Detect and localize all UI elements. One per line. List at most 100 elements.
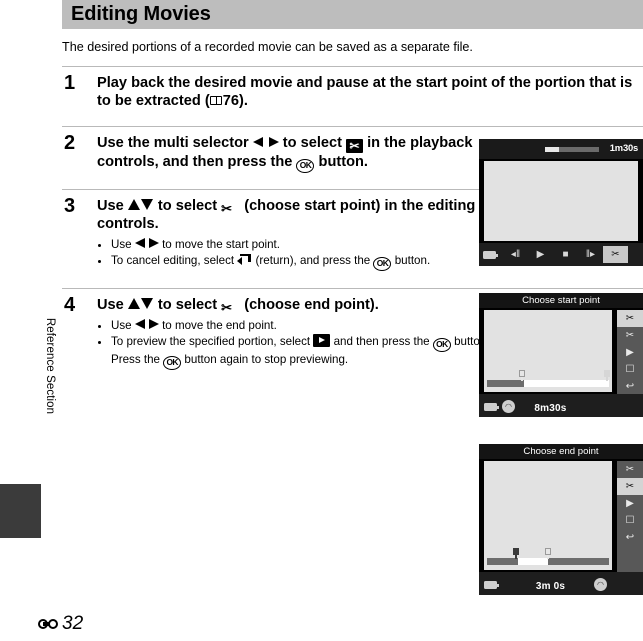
end-point-timeline[interactable] — [487, 558, 609, 565]
step-4-b1-a: Use — [111, 319, 135, 333]
timeline-trimmed-segment — [487, 380, 524, 387]
timeline-trimmed-tail — [548, 558, 609, 565]
step-3-b1-a: Use — [111, 238, 135, 252]
step-2-text-b: to select — [278, 134, 347, 151]
step-1-number: 1 — [64, 71, 76, 94]
step-3-text: Use to select ✂ (choose start point) in … — [97, 197, 507, 233]
choose-start-point-screen: Choose start point ✂ ✂ ▶ ☐ ↩ ◠ 8m30s — [479, 293, 643, 417]
edit-movie-button[interactable]: ✂ — [603, 246, 628, 263]
manual-reference-icon — [209, 95, 223, 106]
return-icon[interactable]: ↩ — [617, 529, 643, 546]
preview-icon[interactable]: ▶ — [617, 344, 643, 361]
step-4-b2-b: and then press the — [330, 335, 433, 349]
page-number: 32 — [62, 613, 84, 634]
step-2-text-d: button. — [314, 153, 368, 170]
chapter-side-tab-marker — [0, 484, 41, 538]
advance-button[interactable]: ‖▸ — [578, 246, 603, 263]
step-4-text-c: (choose end point). — [240, 297, 379, 314]
intro-paragraph: The desired portions of a recorded movie… — [62, 40, 473, 54]
step-4-bullets: Use to move the end point. To preview th… — [97, 318, 516, 371]
step-4-text-a: Use — [97, 297, 128, 314]
start-point-time: 8m30s — [534, 403, 567, 414]
end-point-viewport — [484, 461, 612, 570]
multi-selector-hint-icon: ◠ — [594, 578, 607, 591]
page-title: Editing Movies — [71, 3, 211, 25]
battery-icon — [483, 250, 498, 259]
ok-button-icon: OK — [432, 338, 451, 353]
movie-playback-screen: 1m30s ◂‖ ▶ ■ ‖▸ ✂ — [479, 139, 643, 266]
playback-progress-track — [545, 147, 599, 152]
choose-start-point-icon[interactable]: ✂ — [617, 310, 643, 327]
rewind-button[interactable]: ◂‖ — [503, 246, 528, 263]
start-point-marker[interactable] — [519, 370, 526, 381]
chapter-side-tab-label: Reference Section — [44, 317, 56, 415]
start-point-title: Choose start point — [479, 293, 643, 308]
manual-page: Reference Section 32 Editing Movies The … — [0, 0, 643, 641]
playback-time: 1m30s — [609, 142, 638, 153]
choose-end-point-icon[interactable]: ✂ — [617, 478, 643, 495]
end-point-edit-rail: ✂ ✂ ▶ ☐ ↩ — [617, 461, 643, 572]
step-4-b2-a: To preview the specified portion, select — [111, 335, 314, 349]
step-3-number: 3 — [64, 194, 76, 217]
multi-selector-left-right-icon — [134, 318, 159, 331]
end-point-bottom-bar: 3m 0s ◠ — [479, 572, 643, 595]
preview-icon[interactable]: ▶ — [617, 495, 643, 512]
step-2-text-a: Use the multi selector — [97, 134, 253, 151]
step-3-bullets: Use to move the start point. To cancel e… — [97, 237, 516, 272]
play-button[interactable]: ▶ — [528, 246, 553, 263]
playback-progress-fill — [545, 147, 559, 152]
return-icon — [237, 253, 252, 266]
multi-selector-up-down-icon — [128, 297, 154, 311]
step-4-text-b: to select — [153, 297, 222, 314]
movie-edit-scissors-icon: ✂ — [346, 138, 364, 153]
chapter-heading-bar: Editing Movies — [62, 0, 643, 29]
step-4-number: 4 — [64, 294, 76, 317]
start-point-timeline[interactable] — [487, 380, 609, 387]
playback-top-bar: 1m30s — [479, 139, 643, 159]
page-folio: 32 — [38, 613, 83, 635]
step-4-b2-d: button again to stop previewing. — [181, 353, 349, 367]
step-3-b2-a: To cancel editing, select — [111, 254, 238, 268]
start-point-edit-rail: ✂ ✂ ▶ ☐ ↩ — [617, 310, 643, 394]
choose-end-point-icon: ✂ — [221, 300, 233, 316]
playback-controls: ◂‖ ▶ ■ ‖▸ ✂ — [483, 246, 639, 263]
step-2-number: 2 — [64, 131, 76, 154]
multi-selector-up-down-icon — [128, 198, 154, 212]
start-point-marker[interactable] — [513, 548, 519, 559]
step-3-b2-b: (return), and press the — [252, 254, 374, 268]
step-3-b2-c: button. — [391, 254, 431, 268]
step-1: 1 Play back the desired movie and pause … — [62, 67, 643, 116]
step-3-bullet-2: To cancel editing, select (return), and … — [111, 253, 516, 272]
timeline-trimmed-head — [487, 558, 518, 565]
playback-bottom-bar: ◂‖ ▶ ■ ‖▸ ✂ — [479, 243, 643, 266]
step-3-b1-b: to move the start point. — [158, 238, 280, 252]
step-1-text: Play back the desired movie and pause at… — [97, 74, 643, 110]
step-3-bullet-1: Use to move the start point. — [111, 237, 516, 252]
choose-end-point-icon[interactable]: ✂ — [617, 327, 643, 344]
multi-selector-left-right-icon — [252, 136, 279, 149]
step-4-text: Use to select ✂ (choose end point). — [97, 296, 507, 316]
choose-start-point-icon[interactable]: ✂ — [617, 461, 643, 478]
choose-end-point-screen: Choose end point ✂ ✂ ▶ ☐ ↩ 3m 0s ◠ — [479, 444, 643, 595]
return-icon[interactable]: ↩ — [617, 378, 643, 395]
ok-button-icon: OK — [373, 257, 392, 272]
step-1-text-a: Play back the desired movie and pause at… — [97, 74, 633, 109]
stop-button[interactable]: ■ — [553, 246, 578, 263]
step-3-text-b: to select — [153, 197, 222, 214]
step-2-text: Use the multi selector to select ✂ in th… — [97, 134, 507, 173]
end-point-marker[interactable] — [604, 370, 610, 381]
end-point-title: Choose end point — [479, 444, 643, 459]
end-point-marker[interactable] — [545, 548, 551, 559]
step-3-text-a: Use — [97, 197, 128, 214]
ok-button-icon: OK — [296, 158, 315, 173]
step-4-bullet-1: Use to move the end point. — [111, 318, 516, 333]
step-4-bullet-2: To preview the specified portion, select… — [111, 334, 516, 371]
ok-button-icon: OK — [163, 356, 182, 371]
preview-play-icon — [313, 334, 331, 348]
choose-start-point-icon: ✂ — [221, 200, 233, 216]
save-icon[interactable]: ☐ — [617, 361, 643, 378]
multi-selector-left-right-icon — [134, 237, 159, 250]
save-icon[interactable]: ☐ — [617, 512, 643, 529]
step-4-b1-b: to move the end point. — [158, 319, 277, 333]
playback-viewport — [484, 161, 638, 241]
